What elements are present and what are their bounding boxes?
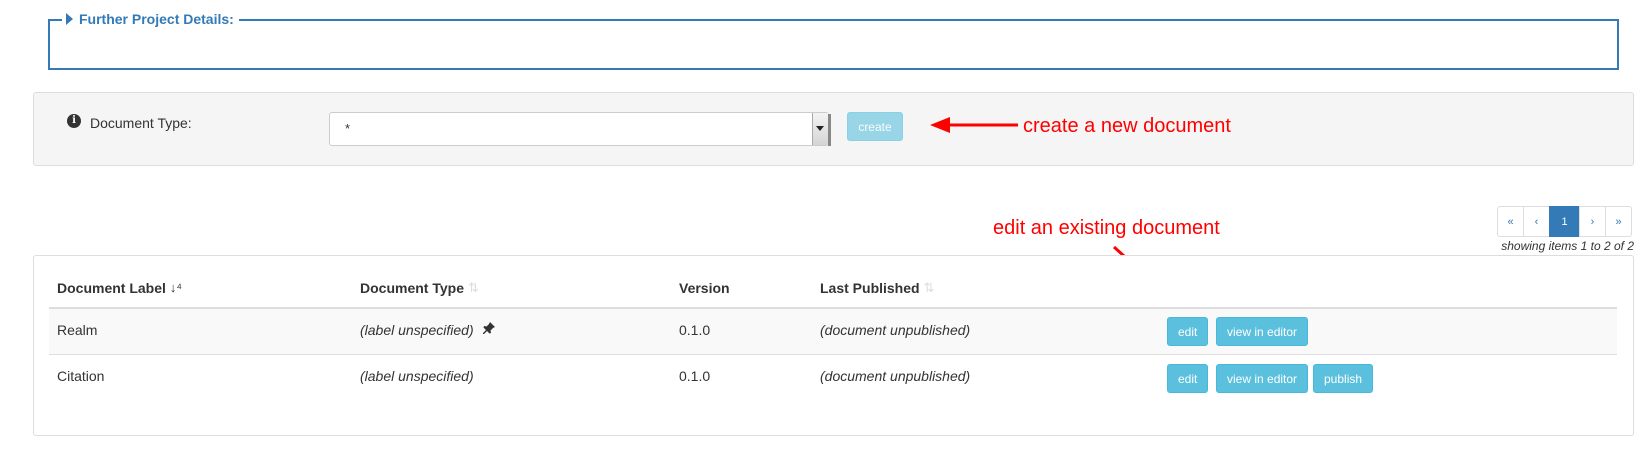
row-version: 0.1.0	[679, 368, 711, 384]
create-annotation-arrow	[930, 117, 1018, 133]
row-last-published: (document unpublished)	[820, 368, 971, 384]
edit-button[interactable]: edit	[1167, 317, 1209, 346]
create-annotation-text: create a new document	[1023, 115, 1231, 137]
column-header-label-text: Document Label	[57, 280, 166, 296]
pagination: « ‹ 1 › »	[1497, 206, 1632, 237]
row-document-type: (label unspecified)	[360, 368, 474, 384]
edit-button[interactable]: edit	[1167, 364, 1209, 393]
sort-icon: ⇅	[923, 280, 935, 295]
column-header-version: Version	[679, 279, 730, 297]
pagination-summary: showing items 1 to 2 of 2	[1501, 239, 1634, 253]
table-row-divider	[49, 354, 1617, 355]
pushpin-icon[interactable]	[482, 321, 496, 339]
pagination-page-current[interactable]: 1	[1549, 206, 1580, 237]
row-document-label: Realm	[57, 322, 98, 338]
edit-annotation-text: edit an existing document	[993, 217, 1220, 239]
view-in-editor-button[interactable]: view in editor	[1216, 317, 1309, 346]
view-in-editor-button[interactable]: view in editor	[1216, 364, 1309, 393]
pagination-prev[interactable]: ‹	[1523, 206, 1550, 237]
pagination-first[interactable]: «	[1497, 206, 1524, 237]
pagination-last[interactable]: »	[1605, 206, 1632, 237]
column-header-document-type[interactable]: Document Type ⇅	[360, 279, 479, 297]
row-version: 0.1.0	[679, 322, 711, 338]
column-header-document-label[interactable]: Document Label ↓⁴	[57, 279, 182, 297]
sort-icon: ⇅	[467, 280, 479, 295]
row-last-published: (document unpublished)	[820, 322, 971, 338]
row-document-type-text: (label unspecified)	[360, 322, 474, 338]
column-header-last-published-text: Last Published	[820, 280, 920, 296]
publish-button[interactable]: publish	[1313, 364, 1374, 393]
pagination-next[interactable]: ›	[1579, 206, 1606, 237]
row-document-label: Citation	[57, 368, 105, 384]
row-document-type: (label unspecified)	[360, 321, 496, 339]
column-header-last-published[interactable]: Last Published ⇅	[820, 279, 934, 297]
sort-alpha-asc-icon: ↓⁴	[169, 280, 182, 295]
column-header-version-text: Version	[679, 280, 730, 296]
column-header-type-text: Document Type	[360, 280, 464, 296]
